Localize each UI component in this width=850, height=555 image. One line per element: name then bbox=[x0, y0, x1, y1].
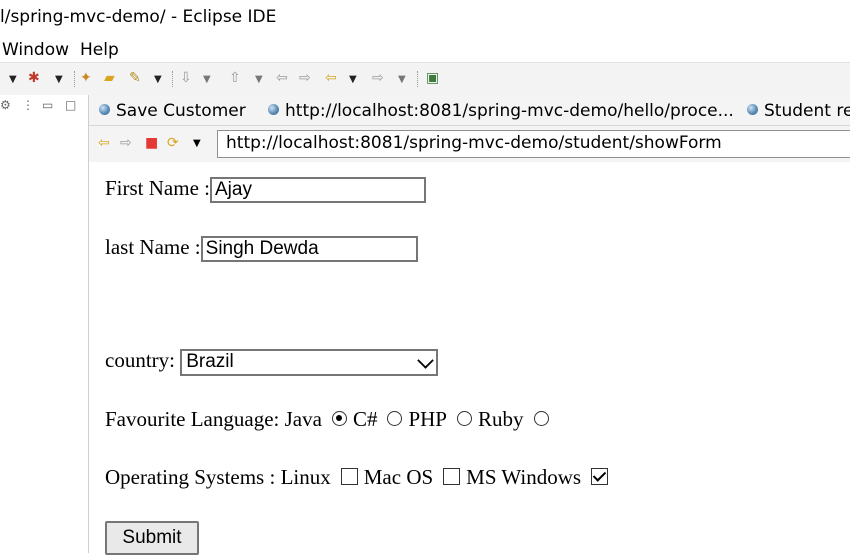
os-mswindows-label: MS Windows bbox=[466, 465, 582, 489]
os-linux-checkbox[interactable] bbox=[340, 468, 358, 485]
back-icon[interactable]: ⇦ bbox=[325, 70, 337, 86]
chevron-down-icon[interactable]: ▼ bbox=[193, 138, 201, 149]
stop-icon[interactable]: ■ bbox=[145, 135, 158, 151]
back-icon[interactable]: ⇦ bbox=[98, 135, 110, 151]
prev-annotation-icon[interactable]: ⇧ bbox=[229, 70, 241, 86]
view-menu-icon[interactable]: ⋮ bbox=[22, 98, 34, 112]
open-type-icon[interactable]: ✦ bbox=[80, 70, 92, 86]
chevron-down-icon[interactable]: ▼ bbox=[398, 72, 406, 88]
minimize-icon[interactable]: ▭ bbox=[42, 98, 53, 112]
chevron-down-icon[interactable]: ▼ bbox=[203, 72, 211, 88]
chevron-down-icon[interactable]: ▼ bbox=[255, 72, 263, 88]
language-php-label: PHP bbox=[408, 407, 447, 431]
country-selected-value: Brazil bbox=[186, 350, 234, 372]
language-ruby-radio[interactable] bbox=[533, 411, 549, 426]
forward-icon[interactable]: ⇨ bbox=[372, 70, 384, 86]
debug-icon[interactable]: ✱ bbox=[28, 70, 40, 86]
os-macos-label: Mac OS bbox=[363, 465, 434, 489]
open-console-icon[interactable]: ▣ bbox=[426, 70, 439, 86]
refresh-icon[interactable]: ⟳ bbox=[167, 135, 179, 151]
forward-gray-icon[interactable]: ⇨ bbox=[299, 70, 311, 86]
title-bar: l/spring-mvc-demo/ - Eclipse IDE bbox=[0, 0, 850, 36]
submit-button[interactable]: Submit bbox=[105, 521, 199, 555]
open-folder-icon[interactable]: ▰ bbox=[104, 70, 115, 86]
os-label: Operating Systems : bbox=[105, 465, 276, 489]
toolbar-separator bbox=[172, 71, 174, 87]
language-java-radio[interactable] bbox=[331, 411, 347, 426]
main-toolbar: ▼ ✱ ▼ ✦ ▰ ✎ ▼ ⇩ ▼ ⇧ ▼ ⇦ ⇨ ⇦ ▼ ⇨ ▼ ▣ bbox=[0, 62, 850, 96]
chevron-down-icon[interactable]: ▼ bbox=[154, 72, 162, 88]
menu-window[interactable]: Window bbox=[2, 40, 69, 60]
language-row: Favourite Language: Java C# PHP Ruby bbox=[105, 407, 555, 432]
globe-icon bbox=[268, 104, 279, 115]
url-input[interactable] bbox=[218, 131, 846, 155]
first-name-input[interactable]: Ajay bbox=[210, 177, 426, 204]
window-title: l/spring-mvc-demo/ - Eclipse IDE bbox=[0, 7, 277, 27]
globe-icon bbox=[99, 104, 110, 115]
tab-save-customer[interactable]: Save Customer bbox=[99, 101, 246, 121]
editor-tabs: Save Customer http://localhost:8081/spri… bbox=[89, 95, 850, 126]
last-name-row: last Name : Singh Dewda bbox=[105, 235, 418, 263]
country-select[interactable]: Brazil bbox=[180, 348, 439, 376]
chevron-down-icon[interactable]: ▼ bbox=[349, 72, 357, 88]
chevron-down-icon bbox=[417, 351, 435, 369]
language-csharp-label: C# bbox=[352, 407, 378, 431]
tab-hello-process[interactable]: http://localhost:8081/spring-mvc-demo/he… bbox=[268, 101, 734, 121]
chevron-down-icon[interactable]: ▼ bbox=[9, 72, 17, 88]
country-row: country: Brazil bbox=[105, 348, 439, 376]
menu-bar: Window Help bbox=[0, 36, 850, 62]
language-label: Favourite Language: bbox=[105, 407, 280, 431]
toolbar-separator bbox=[417, 71, 419, 87]
pin-icon[interactable]: ✎ bbox=[129, 70, 141, 86]
back-gray-icon[interactable]: ⇦ bbox=[276, 70, 288, 86]
globe-icon bbox=[747, 104, 758, 115]
menu-help[interactable]: Help bbox=[80, 40, 119, 60]
first-name-row: First Name : Ajay bbox=[105, 176, 426, 204]
browser-nav-bar: ⇦ ⇨ ■ ⟳ ▼ bbox=[89, 126, 850, 162]
language-csharp-radio[interactable] bbox=[387, 411, 403, 426]
forward-icon[interactable]: ⇨ bbox=[120, 135, 132, 151]
maximize-icon[interactable]: □ bbox=[65, 98, 76, 112]
os-macos-checkbox[interactable] bbox=[443, 468, 461, 485]
tab-student-reg[interactable]: Student reg bbox=[747, 101, 850, 121]
language-php-radio[interactable] bbox=[456, 411, 472, 426]
country-label: country: bbox=[105, 348, 175, 372]
url-bar[interactable] bbox=[217, 130, 850, 158]
language-ruby-label: Ruby bbox=[477, 407, 524, 431]
web-page: First Name : Ajay last Name : Singh Dewda … bbox=[89, 162, 850, 555]
last-name-input[interactable]: Singh Dewda bbox=[200, 236, 418, 263]
left-view-pane: ⚙ ⋮ ▭ □ bbox=[0, 95, 89, 553]
filter-icon[interactable]: ⚙ bbox=[0, 98, 11, 112]
language-java-label: Java bbox=[284, 407, 322, 431]
os-row: Operating Systems : Linux Mac OS MS Window… bbox=[105, 465, 614, 490]
first-name-label: First Name : bbox=[105, 176, 210, 200]
os-linux-label: Linux bbox=[280, 465, 331, 489]
os-mswindows-checkbox[interactable] bbox=[591, 468, 609, 485]
last-name-label: last Name : bbox=[105, 235, 201, 259]
chevron-down-icon[interactable]: ▼ bbox=[55, 72, 63, 88]
toolbar-separator bbox=[74, 71, 76, 87]
next-annotation-icon[interactable]: ⇩ bbox=[180, 70, 192, 86]
